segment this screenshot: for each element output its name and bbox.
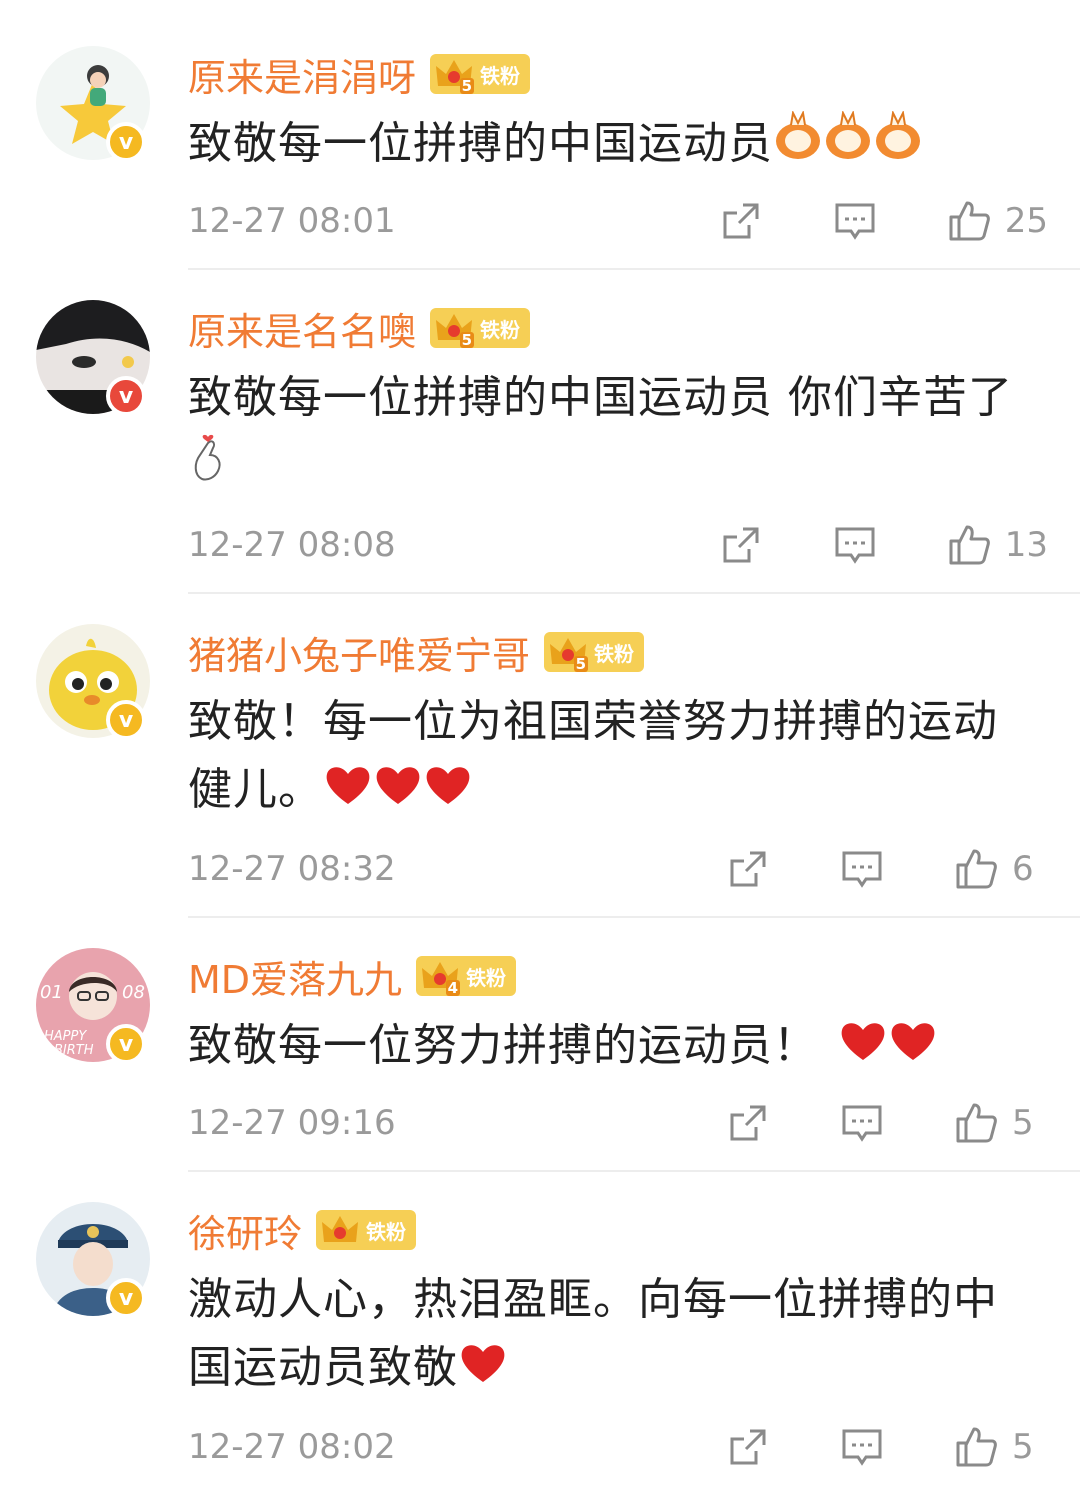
verified-badge-icon: v [106,700,146,740]
crown-icon: 5 [434,308,475,349]
avatar-text-birth: BIRTH [54,1043,94,1058]
cheer-emoji-icon [773,109,923,181]
fan-badge[interactable]: 5 铁粉 [430,308,531,349]
comment-button[interactable] [833,199,877,243]
fan-level: 5 [573,655,589,673]
crown-icon: 5 [434,54,475,95]
fan-badge[interactable]: 5 铁粉 [544,632,645,673]
share-button[interactable] [726,847,770,891]
username[interactable]: 原来是涓涓呀 [188,47,416,102]
comment-text: 激动人心，热泪盈眶。向每一位拼搏的中国运动员致敬 [188,1266,1018,1404]
avatar-text-01: 01 [40,982,63,1003]
comment-body: 致敬每一位努力拼搏的运动员！ [188,1020,818,1071]
comment-button[interactable] [840,847,884,891]
share-icon [730,851,766,887]
like-count: 5 [1012,1427,1034,1467]
share-icon [723,203,759,239]
comment-icon [835,527,875,564]
share-button[interactable] [726,1425,770,1469]
avatar-text-happy: HAPPY [44,1029,87,1044]
like-icon [949,525,990,565]
fan-badge-label: 铁粉 [466,965,507,990]
username[interactable]: 原来是名名噢 [188,301,416,356]
comment-text: 致敬！每一位为祖国荣誉努力拼搏的运动健儿。 [188,688,1018,826]
like-icon [956,1103,997,1143]
share-icon [730,1429,766,1465]
share-icon [723,527,759,563]
comment-body: 激动人心，热泪盈眶。向每一位拼搏的中国运动员致敬 [188,1274,998,1393]
fan-level: 5 [459,77,475,95]
comment-button[interactable] [840,1425,884,1469]
fan-level: 5 [459,331,475,349]
comment-button[interactable] [833,523,877,567]
crown-icon [320,1210,360,1250]
like-count: 25 [1004,201,1048,241]
fan-level: 4 [445,979,461,997]
comment-icon [842,851,882,888]
fan-badge[interactable]: 铁粉 [316,1210,417,1250]
comment-body: 致敬每一位拼搏的中国运动员 你们辛苦了 [188,372,1013,423]
like-icon [956,849,997,889]
comment-time: 12-27 08:02 [188,1427,396,1467]
comment-time: 12-27 09:16 [188,1103,396,1143]
comment-button[interactable] [840,1101,884,1145]
fan-badge[interactable]: 5 铁粉 [430,54,531,95]
share-button[interactable] [719,199,763,243]
comment-time: 12-27 08:32 [188,849,396,889]
like-button[interactable]: 5 [954,1425,1048,1469]
username[interactable]: 猪猪小兔子唯爱宁哥 [188,625,530,680]
divider [188,592,1080,594]
like-count: 6 [1012,849,1034,889]
share-icon [730,1105,766,1141]
like-count: 13 [1004,525,1048,565]
comment-body: 致敬每一位拼搏的中国运动员 [188,118,773,169]
fan-badge[interactable]: 4 铁粉 [416,956,517,997]
like-button[interactable]: 13 [947,523,1048,567]
comment-text: 致敬每一位拼搏的中国运动员 [188,109,1028,181]
divider [188,1170,1080,1172]
like-button[interactable]: 5 [954,1101,1048,1145]
finger-heart-emoji-icon [188,433,228,503]
verified-badge-icon: v [106,1278,146,1318]
like-icon [956,1427,997,1467]
heart-emoji-icon [323,758,473,826]
fan-badge-label: 铁粉 [366,1219,407,1244]
comment-text: 致敬每一位努力拼搏的运动员！ [188,1012,1028,1082]
divider [188,916,1080,918]
fan-badge-label: 铁粉 [480,63,521,88]
fan-badge-label: 铁粉 [594,641,635,666]
avatar-text-08: 08 [122,982,145,1003]
username[interactable]: MD爱落九九 [188,949,402,1004]
heart-emoji-icon [838,1014,938,1082]
verified-badge-icon: v [106,1024,146,1064]
share-button[interactable] [726,1101,770,1145]
fan-badge-label: 铁粉 [480,317,521,342]
comment-time: 12-27 08:01 [188,201,396,241]
verified-badge-icon: v [106,122,146,162]
comment-icon [842,1429,882,1466]
comment-icon [835,203,875,240]
comment-body: 致敬！每一位为祖国荣誉努力拼搏的运动健儿。 [188,696,998,815]
comment-list: v 原来是涓涓呀 5 铁粉 致敬每一位拼搏的中国运动员 12-27 08:01 … [0,0,1080,1496]
comment-text: 致敬每一位拼搏的中国运动员 你们辛苦了 [188,364,1028,503]
heart-emoji-icon [458,1336,508,1404]
like-button[interactable]: 6 [954,847,1048,891]
verified-badge-icon: v [106,376,146,416]
crown-icon: 4 [420,956,461,997]
like-button[interactable]: 25 [947,199,1048,243]
crown-icon: 5 [548,632,589,673]
username[interactable]: 徐研玲 [188,1203,302,1258]
comment-icon [842,1105,882,1142]
comment-time: 12-27 08:08 [188,525,396,565]
share-button[interactable] [719,523,763,567]
like-icon [949,201,990,241]
like-count: 5 [1012,1103,1034,1143]
divider [188,268,1080,270]
